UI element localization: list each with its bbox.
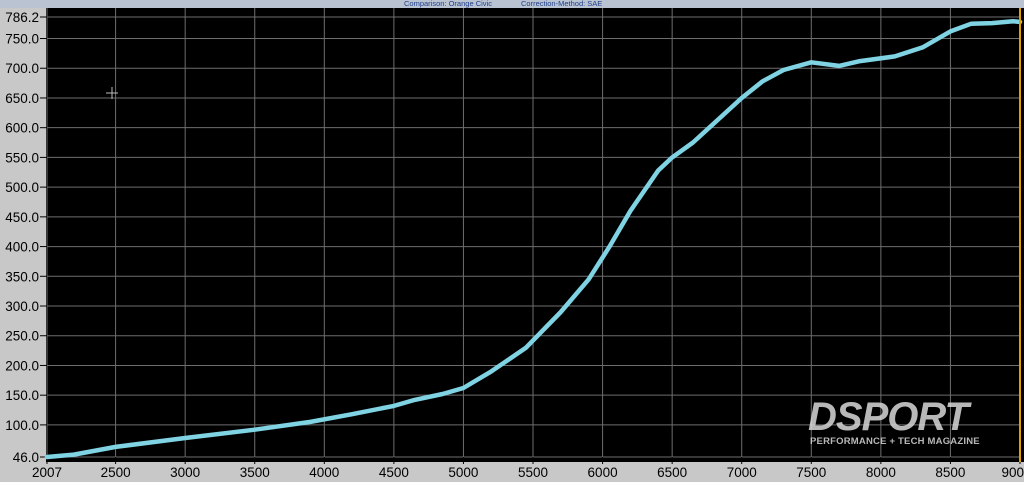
y-tick-label: 300.0: [5, 299, 39, 314]
x-tick-label: 4500: [379, 465, 409, 480]
x-tick-label: 5000: [448, 465, 478, 480]
x-tick-label: 2007: [32, 465, 62, 480]
y-tick-label: 46.0: [13, 450, 39, 465]
y-tick-label: 650.0: [5, 91, 39, 106]
y-tick-label: 250.0: [5, 329, 39, 344]
y-tick-label: 150.0: [5, 388, 39, 403]
x-tick-label: 8000: [866, 465, 896, 480]
x-tick-label: 5500: [518, 465, 548, 480]
x-tick-label: 4000: [309, 465, 339, 480]
x-tick-label: 7500: [796, 465, 826, 480]
x-tick-label: 2500: [101, 465, 131, 480]
x-axis-tick-labels: 2007 2500 3000 3500 4000 4500 5000 5500 6000 6500…: [32, 465, 1024, 480]
y-tick-label: 200.0: [5, 358, 39, 373]
x-tick-label: 3000: [170, 465, 200, 480]
y-tick-label: 700.0: [5, 61, 39, 76]
x-tick-label: 6000: [588, 465, 618, 480]
x-tick-label: 6500: [657, 465, 687, 480]
y-tick-label: 350.0: [5, 269, 39, 284]
watermark-brand: DSPORT: [808, 395, 969, 439]
x-tick-label: 900: [1001, 465, 1024, 480]
y-tick-label: 450.0: [5, 210, 39, 225]
x-tick-label: 3500: [240, 465, 270, 480]
y-tick-label: 600.0: [5, 121, 39, 136]
x-tick-label: 7000: [727, 465, 757, 480]
y-tick-label: 750.0: [5, 32, 39, 47]
watermark-tagline: PERFORMANCE + TECH MAGAZINE: [810, 436, 980, 447]
y-tick-label: 786.2: [5, 10, 39, 25]
y-tick-label: 400.0: [5, 240, 39, 255]
y-tick-label: 550.0: [5, 150, 39, 165]
y-tick-label: 500.0: [5, 180, 39, 195]
y-tick-label: 100.0: [5, 418, 39, 433]
dsport-watermark: DSPORT PERFORMANCE + TECH MAGAZINE: [808, 395, 1008, 450]
x-tick-label: 8500: [935, 465, 965, 480]
